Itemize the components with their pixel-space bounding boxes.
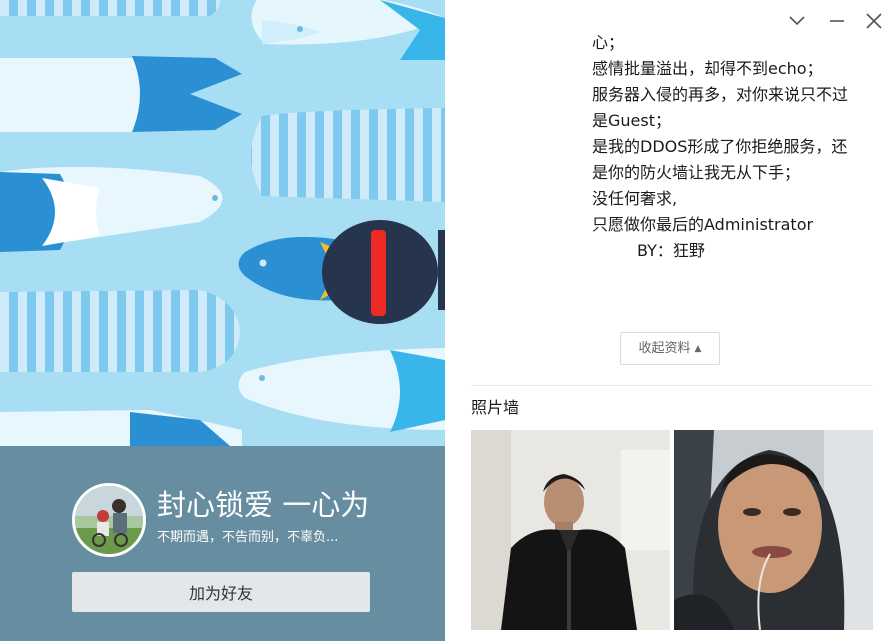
photo-wall-title: 照片墙 [471,398,520,417]
nickname: 封心锁爱 一心为你 [157,488,370,522]
bio-line: 没任何奢求, [592,189,678,208]
bio-line: 心； [592,33,625,52]
bio-author: BY：狂野 [637,241,705,260]
bio-line: 服务器入侵的再多，对你来说只不过 [592,85,849,104]
collapse-info-button[interactable]: 收起资料 ▲ [620,332,720,365]
bio-line: 感情批量溢出，却得不到echo； [592,59,823,78]
add-friend-button[interactable]: 加为好友 [72,572,370,612]
photo-thumbnail [674,430,873,630]
right-info-panel: 心； 感情批量溢出，却得不到echo； 服务器入侵的再多，对你来说只不过 是Gu… [445,0,891,641]
bio-line: 是你的防火墙让我无从下手； [592,163,801,182]
collapse-info-label: 收起资料 [638,341,691,356]
bio-line: 只愿做你最后的Administrator [592,215,814,234]
divider [471,385,873,386]
left-profile-panel: 封心锁爱 一心为你 不期而遇，不告而别，不辜负... 加为好友 [0,0,445,641]
photo-wall-item[interactable] [471,430,670,630]
bio-text: 心； 感情批量溢出，却得不到echo； 服务器入侵的再多，对你来说只不过 是Gu… [592,30,877,264]
photo-wall-item[interactable] [674,430,873,630]
bio-line: 是我的DDOS形成了你拒绝服务，还 [592,137,848,156]
signature: 不期而遇，不告而别，不辜负... [157,530,339,545]
fish-pattern-illustration [0,0,445,446]
cover-image [0,0,445,446]
photo-thumbnail [471,430,670,630]
bio-line: 是Guest； [592,111,671,130]
avatar[interactable] [72,483,146,557]
caret-up-icon: ▲ [694,344,702,354]
avatar-photo [75,486,143,554]
